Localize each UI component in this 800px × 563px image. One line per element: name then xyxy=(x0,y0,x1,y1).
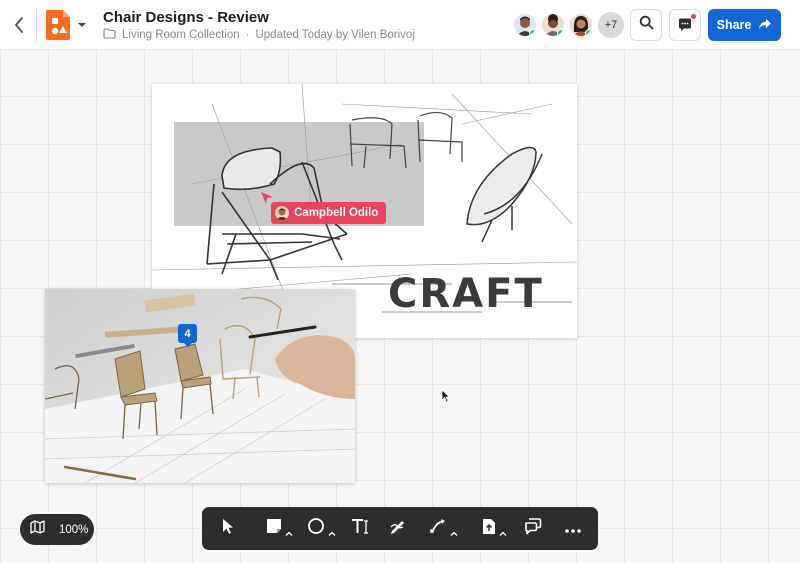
search-button[interactable] xyxy=(630,9,662,41)
chair-models-photo-card[interactable] xyxy=(45,289,355,483)
comment-icon xyxy=(524,517,542,540)
cursor-user-avatar xyxy=(275,206,289,220)
search-icon xyxy=(639,15,654,35)
shape-circle-icon xyxy=(307,517,325,540)
online-status-dot xyxy=(585,29,592,36)
pointer-tool[interactable] xyxy=(218,514,238,544)
share-arrow-icon xyxy=(758,18,772,33)
collaborator-avatar[interactable] xyxy=(540,12,566,38)
document-meta: Living Room Collection · Updated Today b… xyxy=(103,28,415,42)
text-icon xyxy=(351,518,370,540)
last-updated: Updated Today by Vilen Borivoj xyxy=(255,29,415,41)
map-icon[interactable] xyxy=(30,520,45,539)
pen-tool[interactable] xyxy=(388,514,408,544)
share-button[interactable]: Share xyxy=(708,9,781,41)
app-logo-icon[interactable] xyxy=(46,10,72,40)
upload-icon xyxy=(482,518,496,540)
collaborator-avatar[interactable] xyxy=(568,12,594,38)
back-chevron-icon[interactable] xyxy=(8,14,30,36)
comments-button[interactable] xyxy=(669,9,701,41)
folder-name[interactable]: Living Room Collection xyxy=(122,29,240,41)
online-status-dot xyxy=(557,29,564,36)
more-tools-button[interactable] xyxy=(562,514,584,544)
sketch-craft-text: CRAFT xyxy=(388,271,544,317)
sticky-note-tool[interactable] xyxy=(262,514,296,544)
caret-up-icon[interactable] xyxy=(328,525,336,536)
zoom-control[interactable]: 100% xyxy=(20,514,94,545)
online-status-dot xyxy=(529,29,536,36)
pen-icon xyxy=(389,517,407,540)
caret-up-icon[interactable] xyxy=(499,525,507,536)
top-bar: Chair Designs - Review Living Room Colle… xyxy=(0,0,800,50)
document-title[interactable]: Chair Designs - Review xyxy=(103,9,269,26)
text-tool[interactable] xyxy=(350,514,370,544)
chair-models-photo xyxy=(45,289,355,483)
upload-tool[interactable] xyxy=(478,514,510,544)
cursor-user-name: Campbell Odilo xyxy=(294,207,379,219)
folder-icon xyxy=(103,28,116,42)
more-collaborators-badge[interactable]: +7 xyxy=(598,12,624,38)
connector-tool[interactable] xyxy=(426,514,460,544)
drawing-toolbar xyxy=(202,507,598,550)
shape-tool[interactable] xyxy=(304,514,338,544)
sticky-note-icon xyxy=(266,518,282,539)
collaborator-cursor-label: Campbell Odilo xyxy=(271,202,387,224)
mouse-cursor-icon xyxy=(441,389,451,403)
header-divider xyxy=(36,8,37,42)
share-label: Share xyxy=(716,18,752,32)
comment-tool[interactable] xyxy=(522,514,544,544)
caret-up-icon[interactable] xyxy=(450,525,458,536)
chat-icon xyxy=(677,13,697,33)
meta-separator: · xyxy=(245,29,250,41)
zoom-level[interactable]: 100% xyxy=(59,524,88,536)
notification-dot xyxy=(690,13,697,20)
more-icon xyxy=(565,520,581,538)
collaborator-avatar[interactable] xyxy=(512,12,538,38)
caret-up-icon[interactable] xyxy=(285,525,293,536)
comment-pin[interactable]: 4 xyxy=(178,324,197,347)
connector-icon xyxy=(429,518,447,539)
pointer-icon xyxy=(221,518,235,540)
app-menu-caret-icon[interactable] xyxy=(76,18,88,30)
